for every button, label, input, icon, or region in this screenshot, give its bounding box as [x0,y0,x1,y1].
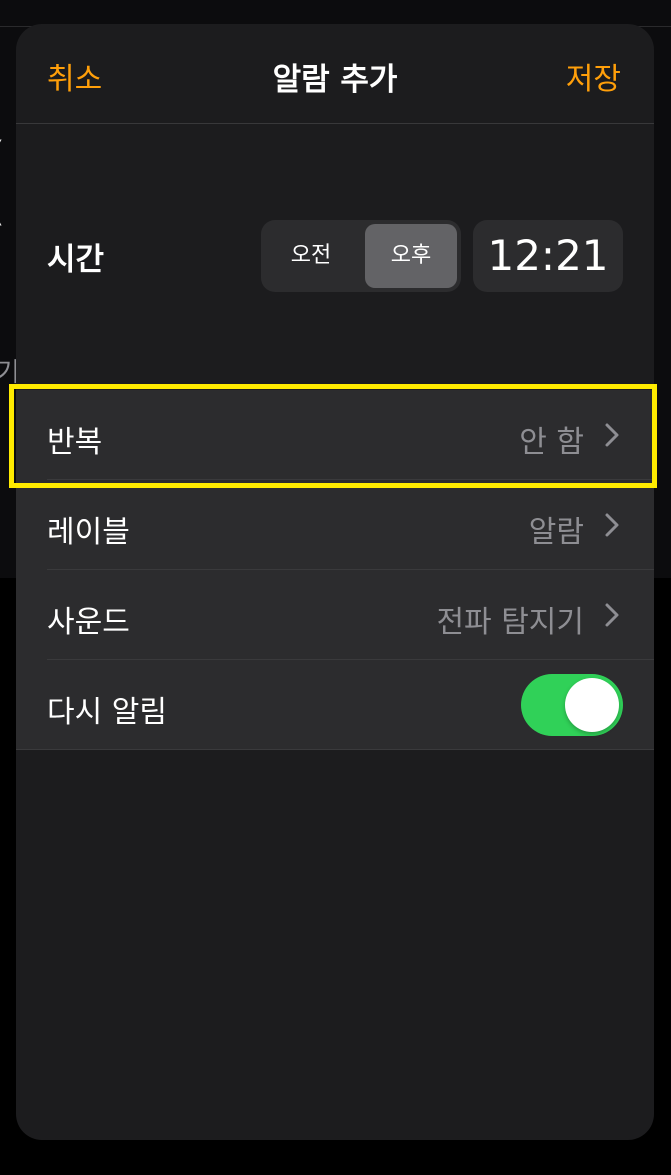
pm-segment[interactable]: 오후 [365,224,457,288]
sound-label: 사운드 [47,605,130,640]
label-label: 레이블 [47,515,130,550]
row-divider [16,749,654,750]
snooze-label: 다시 알림 [47,695,167,730]
alarm-settings-list: 반복 안 함 레이블 알람 사운드 전파 탐지기 다시 알림 [16,390,654,750]
repeat-value: 안 함 [519,425,584,460]
am-pm-segmented-control: 오전 오후 [261,220,461,292]
toggle-knob [565,678,619,732]
page-title: 알람 추가 [272,62,398,98]
screen: ( 기 취소 알람 추가 저장 시간 오전 오후 12:21 반복 안 함 [0,0,671,1175]
label-row[interactable]: 레이블 알람 [16,480,654,570]
snooze-row: 다시 알림 [16,660,654,750]
repeat-label: 반복 [47,425,103,460]
time-picker-row: 시간 오전 오후 12:21 [16,220,654,292]
repeat-row[interactable]: 반복 안 함 [16,390,654,480]
chevron-right-icon [605,423,619,447]
sound-value: 전파 탐지기 [436,605,584,640]
sound-row[interactable]: 사운드 전파 탐지기 [16,570,654,660]
chevron-right-icon [605,603,619,627]
background-time-glyph: ( [0,132,11,228]
save-button[interactable]: 저장 [566,54,621,98]
am-segment[interactable]: 오전 [265,224,357,288]
label-value: 알람 [528,515,584,550]
time-label: 시간 [47,242,105,278]
snooze-toggle[interactable] [521,674,623,736]
time-value-field[interactable]: 12:21 [473,220,623,292]
navigation-bar: 취소 알람 추가 저장 [16,24,654,124]
add-alarm-sheet: 취소 알람 추가 저장 시간 오전 오후 12:21 반복 안 함 레이블 알람… [16,24,654,1140]
chevron-right-icon [605,513,619,537]
